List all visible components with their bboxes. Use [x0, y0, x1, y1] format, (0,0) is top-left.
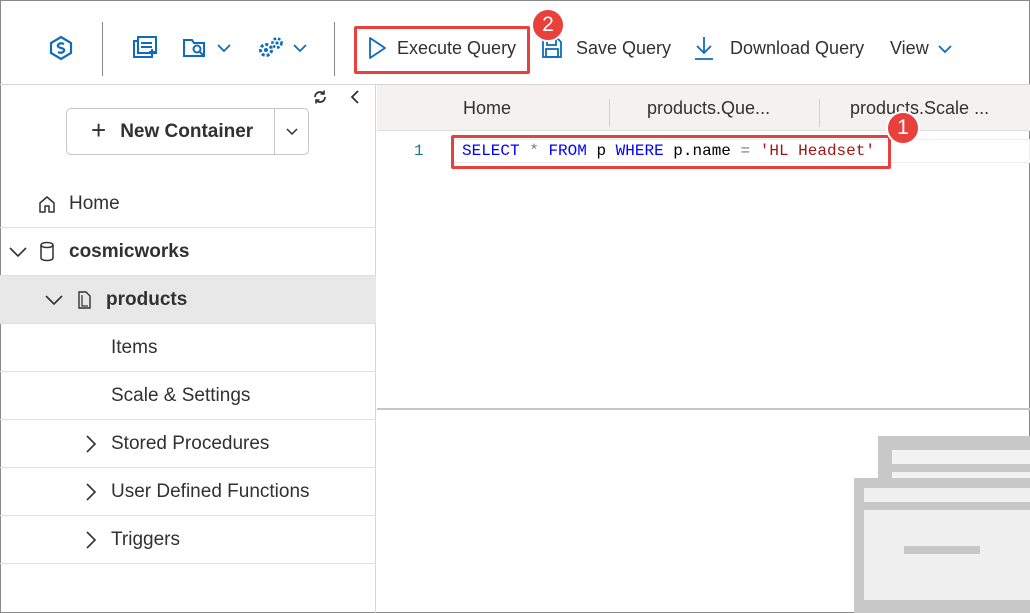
download-query-button[interactable]: Download Query	[694, 30, 864, 66]
tree-item-label: Stored Procedures	[111, 432, 270, 454]
open-query-dropdown[interactable]	[182, 30, 232, 66]
query-highlight	[451, 135, 891, 169]
tree-item-label: cosmicworks	[69, 240, 190, 262]
tree-item-label: Home	[69, 192, 120, 214]
new-container-button[interactable]: + New Container	[67, 109, 275, 154]
chevron-right-icon[interactable]	[85, 530, 97, 550]
tree-item-database[interactable]: cosmicworks	[0, 228, 376, 276]
toolbar-separator	[102, 22, 103, 76]
tree-item-label: Scale & Settings	[111, 384, 251, 406]
tree-item-scale-settings[interactable]: Scale & Settings	[0, 372, 376, 420]
save-query-label: Save Query	[576, 37, 672, 58]
refresh-icon[interactable]	[312, 89, 328, 110]
home-icon	[37, 194, 57, 214]
tree-item-triggers[interactable]: Triggers	[0, 516, 376, 564]
tree-item-items[interactable]: Items	[0, 324, 376, 372]
open-query-icon	[182, 36, 208, 60]
chevron-down-icon[interactable]	[44, 294, 64, 306]
new-container-split-button: + New Container	[66, 108, 309, 155]
tab-label: products.Scale ...	[850, 97, 990, 118]
tab-separator	[609, 99, 610, 127]
execute-query-highlight	[354, 26, 530, 74]
view-label: View	[890, 37, 929, 58]
tree-item-label: Items	[111, 336, 158, 358]
resource-tree: Home cosmicworks products Items Scale & …	[0, 180, 376, 564]
tree-item-label: User Defined Functions	[111, 480, 310, 502]
tree-item-label: products	[106, 288, 188, 310]
chevron-down-icon	[292, 43, 308, 53]
chevron-down-icon	[285, 123, 298, 141]
results-pane	[377, 410, 1030, 613]
chevron-down-icon	[216, 43, 232, 53]
download-icon	[694, 35, 714, 61]
settings-dropdown[interactable]	[256, 30, 308, 66]
view-dropdown[interactable]: View	[890, 30, 953, 66]
new-container-dropdown[interactable]	[275, 109, 308, 154]
download-query-label: Download Query	[730, 37, 865, 58]
settings-icon	[256, 35, 286, 61]
document-icon	[75, 290, 93, 310]
new-sql-query-icon[interactable]	[132, 30, 158, 66]
tree-item-container[interactable]: products	[0, 276, 376, 324]
tab-home[interactable]: Home	[463, 85, 511, 131]
cosmos-logo-icon[interactable]	[48, 30, 74, 66]
step-badge-1: 1	[886, 111, 920, 145]
tree-item-home[interactable]: Home	[0, 180, 376, 228]
tab-products-query[interactable]: products.Que...	[647, 85, 770, 131]
line-number: 1	[414, 142, 424, 160]
step-badge-2: 2	[531, 8, 565, 42]
empty-results-icon	[854, 436, 1030, 613]
tab-label: products.Que...	[647, 97, 771, 118]
database-icon	[38, 241, 56, 263]
tab-separator	[819, 99, 820, 127]
chevron-left-icon[interactable]	[349, 89, 361, 110]
new-container-label: New Container	[120, 120, 254, 142]
tree-item-stored-procedures[interactable]: Stored Procedures	[0, 420, 376, 468]
tree-item-udfs[interactable]: User Defined Functions	[0, 468, 376, 516]
tree-item-label: Triggers	[111, 528, 180, 550]
tab-strip: Home products.Que... products.Scale ...	[377, 85, 1030, 131]
plus-icon: +	[91, 114, 107, 145]
chevron-right-icon[interactable]	[85, 434, 97, 454]
chevron-right-icon[interactable]	[85, 482, 97, 502]
chevron-down-icon	[937, 38, 953, 59]
resource-tree-panel: + New Container Home cosmicworks product…	[0, 85, 376, 613]
query-editor[interactable]: 1 SELECT * FROM p WHERE p.name = 'HL Hea…	[377, 131, 1030, 408]
tab-label: Home	[463, 97, 512, 118]
chevron-down-icon[interactable]	[8, 246, 28, 258]
toolbar-separator	[334, 22, 335, 76]
